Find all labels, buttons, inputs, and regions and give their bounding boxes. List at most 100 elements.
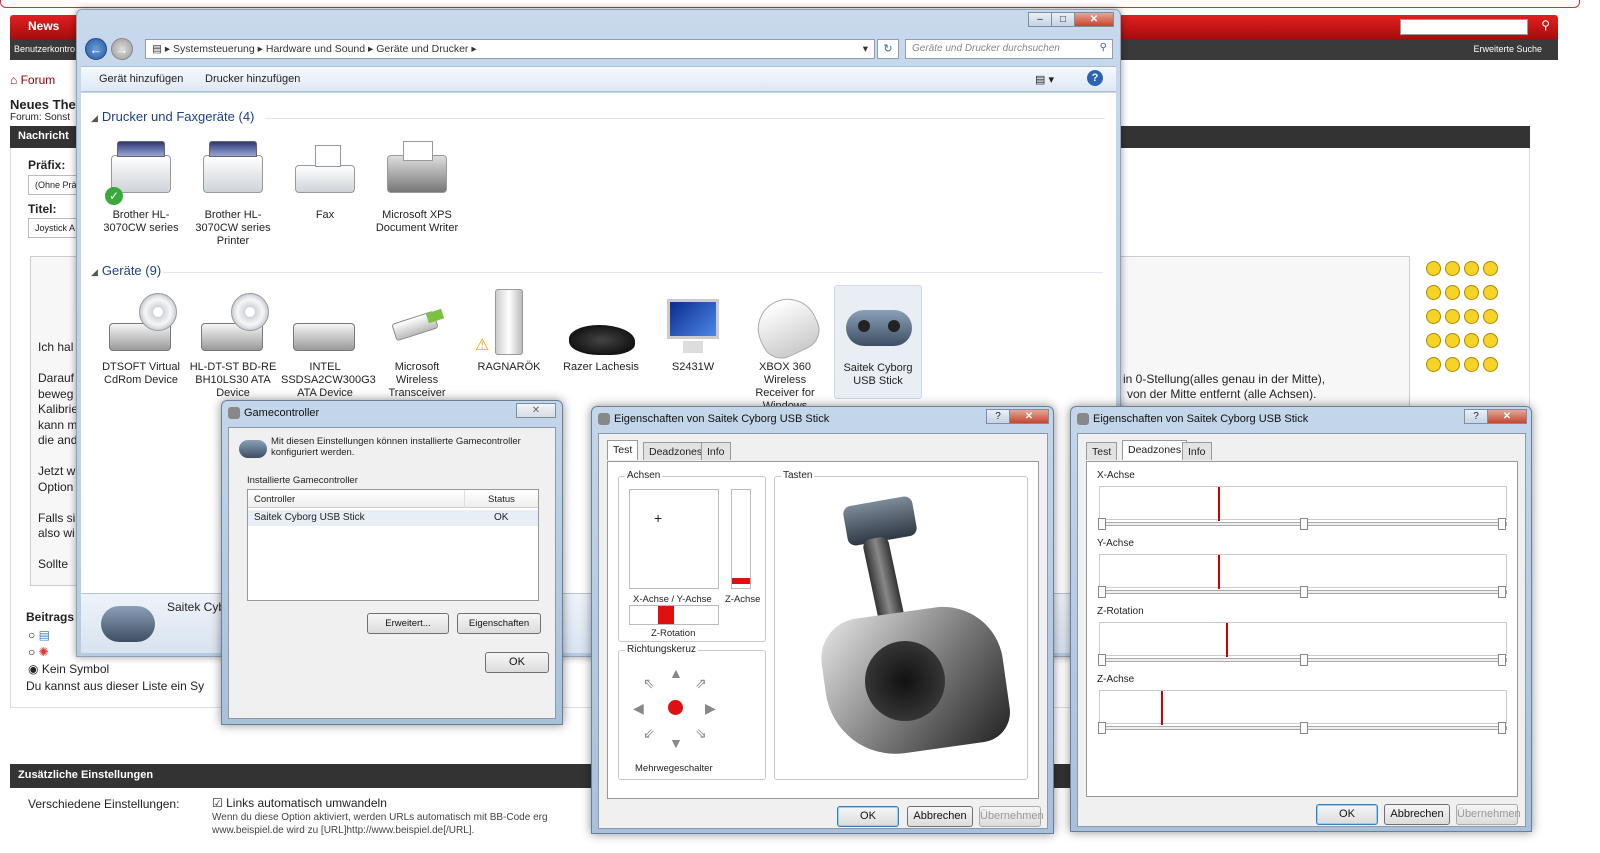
smiley-icon[interactable] [1464, 333, 1479, 348]
column-header-status[interactable]: Status [488, 494, 515, 505]
deadzone-slider-y[interactable] [1098, 586, 1507, 598]
smiley-icon[interactable] [1426, 261, 1441, 276]
smiley-icon[interactable] [1426, 285, 1441, 300]
checkbox-icon[interactable]: ☑ [212, 796, 223, 810]
maximize-button[interactable]: □ [1051, 12, 1075, 27]
slider-thumb[interactable] [1498, 722, 1506, 734]
home-icon[interactable]: ⌂ [10, 73, 17, 87]
smiley-icon[interactable] [1445, 309, 1460, 324]
slider-thumb[interactable] [1498, 586, 1506, 598]
smiley-icon[interactable] [1483, 285, 1498, 300]
deadzone-slider-z[interactable] [1098, 722, 1507, 734]
smiley-icon[interactable] [1483, 309, 1498, 324]
slider-thumb[interactable] [1300, 586, 1308, 598]
smiley-icon[interactable] [1426, 309, 1441, 324]
device-item[interactable]: Brother HL-3070CW series Printer [189, 137, 277, 248]
back-button[interactable]: ← [85, 38, 107, 60]
breadcrumb-forum-link[interactable]: Forum [21, 73, 56, 87]
slider-thumb[interactable] [1098, 518, 1106, 530]
slider-thumb[interactable] [1300, 722, 1308, 734]
device-item[interactable]: ✓ Brother HL-3070CW series [97, 137, 185, 235]
device-item-selected[interactable]: Saitek Cyborg USB Stick [834, 285, 922, 399]
close-button[interactable]: ✕ [516, 403, 556, 418]
help-icon[interactable]: ? [1087, 70, 1103, 86]
table-row[interactable]: Saitek Cyborg USB Stick OK [248, 510, 538, 526]
help-button[interactable]: ? [1464, 409, 1488, 424]
controller-list[interactable]: Controller Status Saitek Cyborg USB Stic… [247, 489, 539, 601]
ok-button[interactable]: OK [837, 806, 899, 827]
smiley-icon[interactable] [1445, 333, 1460, 348]
smiley-icon[interactable] [1426, 333, 1441, 348]
slider-thumb[interactable] [1098, 722, 1106, 734]
slider-thumb[interactable] [1300, 518, 1308, 530]
ok-button[interactable]: OK [485, 652, 549, 673]
device-item[interactable]: Microsoft XPS Document Writer [373, 137, 461, 235]
tab-deadzones[interactable]: Deadzones [643, 442, 709, 460]
explorer-search-input[interactable]: Geräte und Drucker durchsuchen ⚲ [905, 39, 1113, 59]
slider-thumb[interactable] [1098, 654, 1106, 666]
user-control-link[interactable]: Benutzerkontro [14, 44, 75, 54]
smiley-icon[interactable] [1464, 261, 1479, 276]
breadcrumb[interactable]: ▤ ▸ Systemsteuerung ▸ Hardware und Sound… [145, 39, 875, 59]
smiley-icon[interactable] [1483, 357, 1498, 372]
smiley-icon[interactable] [1445, 357, 1460, 372]
cancel-button[interactable]: Abbrechen [907, 806, 973, 827]
close-button[interactable]: ✕ [1487, 409, 1527, 424]
minimize-button[interactable]: – [1028, 12, 1052, 27]
device-item[interactable]: S2431W [649, 289, 737, 374]
device-item[interactable]: DTSOFT Virtual CdRom Device [97, 289, 185, 387]
close-button[interactable]: ✕ [1009, 409, 1049, 424]
device-item[interactable]: XBOX 360 Wireless Receiver for Windows [741, 288, 829, 413]
smiley-icon[interactable] [1464, 357, 1479, 372]
device-item[interactable]: ⚠ RAGNARÖK [465, 289, 553, 374]
add-printer-button[interactable]: Drucker hinzufügen [205, 73, 300, 85]
tab-test[interactable]: Test [1086, 442, 1118, 460]
add-device-button[interactable]: Gerät hinzufügen [99, 73, 183, 85]
slider-thumb[interactable] [1098, 586, 1106, 598]
tab-info[interactable]: Info [701, 442, 731, 460]
properties-button[interactable]: Eigenschaften [457, 613, 541, 634]
smiley-icon[interactable] [1426, 357, 1441, 372]
slider-thumb[interactable] [1300, 654, 1308, 666]
smiley-icon[interactable] [1445, 285, 1460, 300]
breadcrumb-item[interactable]: Geräte und Drucker [376, 43, 468, 55]
search-icon[interactable]: ⚲ [1100, 42, 1107, 53]
group-header-devices[interactable]: ◢ Geräte (9) [91, 263, 161, 278]
forward-button[interactable]: → [111, 38, 133, 60]
deadzone-slider-zrot[interactable] [1098, 654, 1507, 666]
device-item[interactable]: Razer Lachesis [557, 289, 645, 374]
dropdown-arrow-icon[interactable]: ▾ [863, 43, 868, 55]
smiley-icon[interactable] [1445, 261, 1460, 276]
device-item[interactable]: HL-DT-ST BD-RE BH10LS30 ATA Device [189, 289, 277, 400]
tab-deadzones[interactable]: Deadzones [1122, 440, 1188, 460]
help-button[interactable]: ? [986, 409, 1010, 424]
refresh-button[interactable]: ↻ [877, 39, 899, 59]
smiley-icon[interactable] [1464, 285, 1479, 300]
tab-info[interactable]: Info [1182, 442, 1212, 460]
apply-button[interactable]: Übernehmen [979, 806, 1044, 827]
group-header-printers[interactable]: ◢ Drucker und Faxgeräte (4) [91, 109, 254, 124]
slider-thumb[interactable] [1498, 518, 1506, 530]
nav-news-link[interactable]: News [28, 19, 59, 33]
ok-button[interactable]: OK [1316, 804, 1378, 825]
deadzone-slider-x[interactable] [1098, 518, 1507, 530]
device-item[interactable]: INTEL SSDSA2CW300G3 ATA Device [281, 289, 376, 400]
slider-thumb[interactable] [1498, 654, 1506, 666]
breadcrumb-item[interactable]: Systemsteuerung [173, 43, 255, 55]
device-item[interactable]: Microsoft Wireless Transceiver [373, 289, 461, 400]
close-button[interactable]: ✕ [1074, 12, 1114, 27]
auto-links-checkbox[interactable]: ☑ Links automatisch umwandeln [212, 796, 387, 810]
breadcrumb-item[interactable]: Hardware und Sound [266, 43, 365, 55]
radio-option-none[interactable]: ◉ Kein Symbol [28, 661, 109, 678]
column-header-controller[interactable]: Controller [254, 494, 295, 505]
view-options-icon[interactable]: ▤ ▾ [1035, 73, 1054, 86]
smiley-icon[interactable] [1483, 333, 1498, 348]
search-icon[interactable]: ⚲ [1541, 18, 1550, 32]
advanced-button[interactable]: Erweitert... [367, 613, 449, 634]
tab-test[interactable]: Test [607, 440, 639, 460]
smiley-icon[interactable] [1483, 261, 1498, 276]
apply-button[interactable]: Übernehmen [1456, 804, 1521, 825]
device-item[interactable]: Fax [281, 137, 369, 222]
smiley-icon[interactable] [1464, 309, 1479, 324]
forum-search-input[interactable] [1400, 19, 1528, 35]
